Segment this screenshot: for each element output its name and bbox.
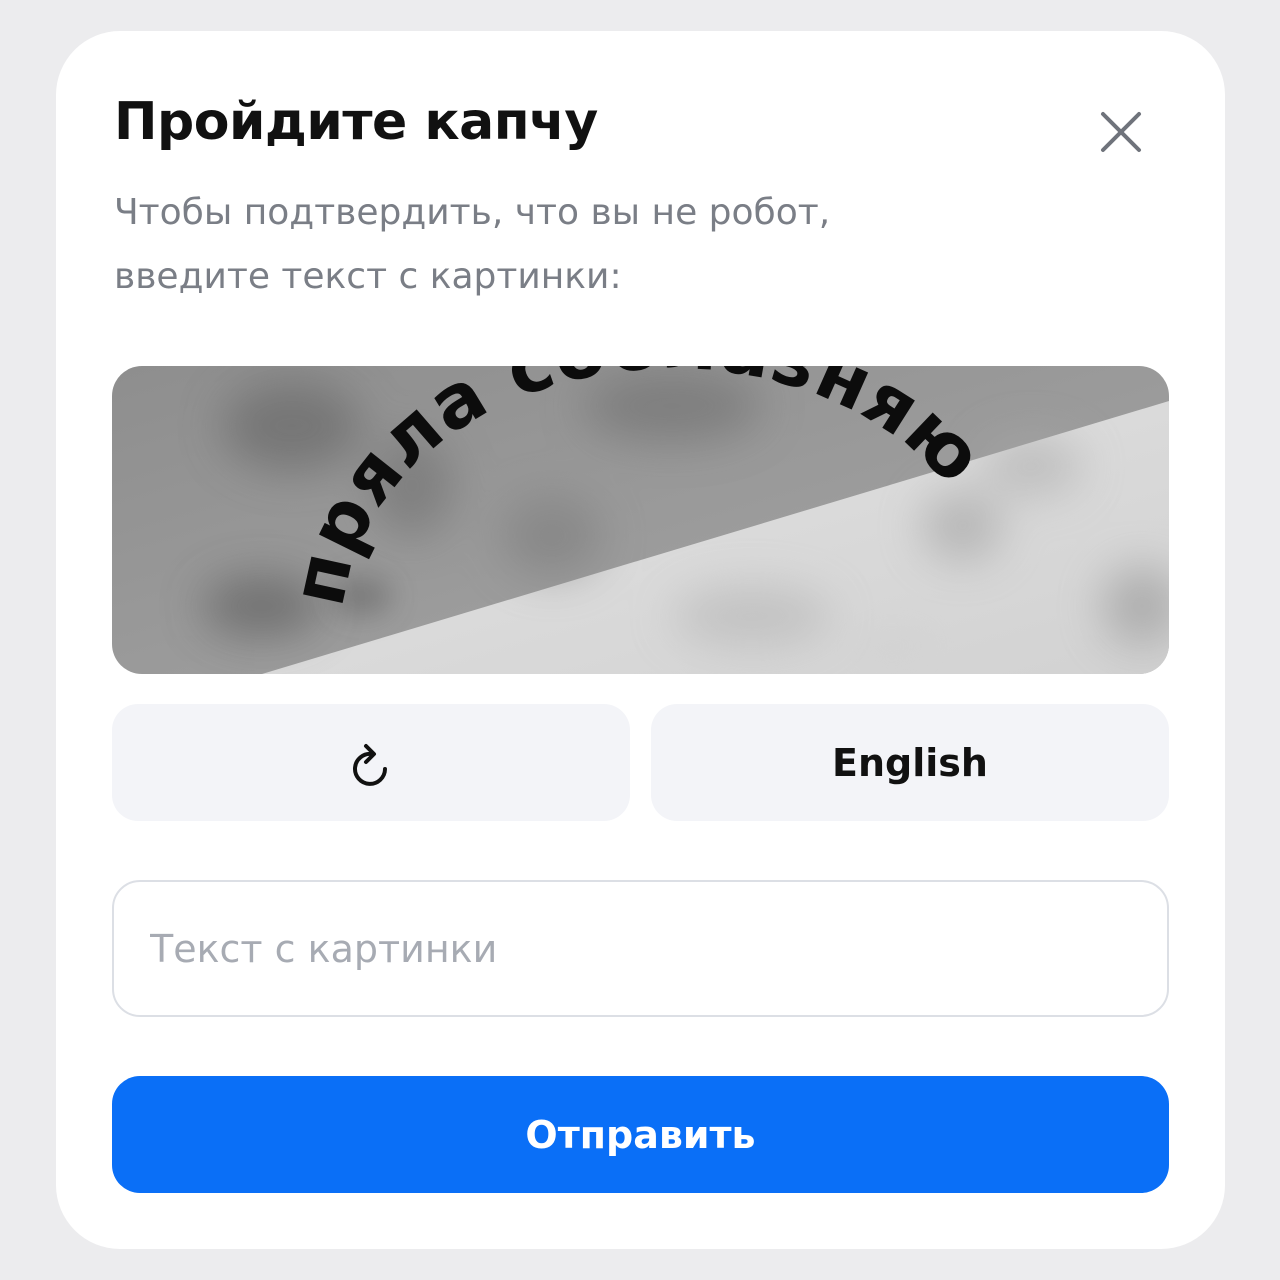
language-button[interactable]: English (651, 704, 1169, 821)
captcha-dialog: Пройдите капчу Чтобы подтвердить, что вы… (56, 31, 1225, 1249)
submit-label: Отправить (525, 1112, 756, 1157)
submit-button[interactable]: Отправить (112, 1076, 1169, 1193)
dialog-title: Пройдите капчу (114, 92, 598, 152)
subtitle-line-2: введите текст с картинки: (114, 256, 622, 297)
close-icon (1101, 112, 1141, 152)
dialog-subtitle: Чтобы подтвердить, что вы не робот, введ… (114, 181, 1014, 309)
close-button[interactable] (1086, 97, 1156, 167)
captcha-image: пряла соблазняю (112, 366, 1169, 674)
captcha-input[interactable] (112, 880, 1169, 1017)
captcha-actions: English (112, 704, 1169, 821)
refresh-icon (353, 743, 387, 786)
subtitle-line-1: Чтобы подтвердить, что вы не робот, (114, 192, 831, 233)
language-label: English (832, 740, 988, 785)
refresh-captcha-button[interactable] (112, 704, 630, 821)
